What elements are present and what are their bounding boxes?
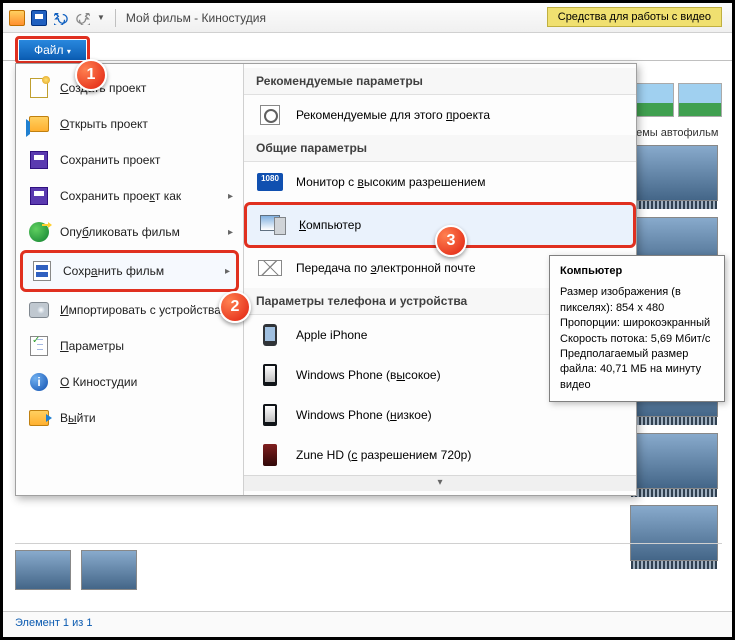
- file-menu-item-import[interactable]: Импортировать с устройства: [20, 292, 239, 328]
- tooltip-line: Скорость потока: 5,69 Мбит/с: [560, 332, 714, 347]
- tooltip-title: Компьютер: [560, 264, 714, 279]
- option-label: Передача по электронной почте: [296, 261, 476, 275]
- email-icon: [256, 256, 284, 280]
- saveas-icon: [28, 185, 50, 207]
- ribbon-tabs: Файл ▾: [3, 33, 732, 61]
- new-icon: [28, 77, 50, 99]
- themes-header: Темы автофильм: [630, 125, 726, 145]
- menu-item-label: Сохранить проект: [60, 153, 160, 167]
- save-icon: [28, 149, 50, 171]
- option-label: Рекомендуемые для этого проекта: [296, 108, 490, 122]
- file-menu-left-pane: Создать проект Открыть проект Сохранить пр…: [16, 64, 244, 495]
- qat-save-icon[interactable]: [31, 10, 47, 26]
- status-text: Элемент 1 из 1: [15, 617, 92, 629]
- file-menu-item-open[interactable]: Открыть проект: [20, 106, 239, 142]
- file-menu-item-about[interactable]: i О Киностудии: [20, 364, 239, 400]
- file-tab-button[interactable]: Файл ▾: [15, 36, 90, 64]
- separator: [115, 9, 116, 27]
- qat-undo-icon[interactable]: [53, 10, 69, 26]
- timeline-clip[interactable]: [15, 550, 71, 590]
- file-menu-item-new[interactable]: Создать проект: [20, 70, 239, 106]
- annotation-step-1: 1: [75, 59, 107, 91]
- section-header: Общие параметры: [244, 135, 636, 162]
- file-menu-item-exit[interactable]: Выйти: [20, 400, 239, 436]
- option-label: Apple iPhone: [296, 328, 367, 342]
- annotation-step-3: 3: [435, 225, 467, 257]
- option-label: Компьютер: [299, 218, 361, 232]
- file-menu-item-settings[interactable]: Параметры: [20, 328, 239, 364]
- tooltip-line: Размер изображения (в пикселях): 854 x 4…: [560, 285, 714, 316]
- file-menu-item-publish[interactable]: Опубликовать фильм ▸: [20, 214, 239, 250]
- option-label: Монитор с высоким разрешением: [296, 175, 485, 189]
- title-bar: ▼ Мой фильм - Киностудия Средства для ра…: [3, 3, 732, 33]
- menu-item-label: Сохранить фильм: [63, 264, 164, 278]
- window-title: Мой фильм - Киностудия: [126, 11, 266, 25]
- submenu-arrow-icon: ▸: [225, 266, 230, 277]
- file-menu: Создать проект Открыть проект Сохранить пр…: [15, 63, 637, 496]
- qat-dropdown-icon[interactable]: ▼: [97, 13, 105, 22]
- save-option-zune[interactable]: Zune HD (с разрешением 720p): [244, 435, 636, 475]
- exit-icon: [28, 407, 50, 429]
- picture-thumb[interactable]: [678, 83, 722, 117]
- file-menu-item-savefilm[interactable]: Сохранить фильм ▸: [20, 250, 239, 292]
- timeline-strip: [15, 543, 722, 599]
- menu-item-label: Параметры: [60, 339, 124, 353]
- save-option-hd[interactable]: 1080 Монитор с высоким разрешением: [244, 162, 636, 202]
- import-icon: [28, 299, 50, 321]
- hd-icon: 1080: [256, 170, 284, 194]
- contextual-tab-video-tools[interactable]: Средства для работы с видео: [547, 7, 722, 27]
- menu-item-label: Выйти: [60, 411, 96, 425]
- wp_low-icon: [256, 403, 284, 427]
- iphone-icon: [256, 323, 284, 347]
- status-bar: Элемент 1 из 1: [3, 611, 732, 637]
- savefilm-icon: [31, 260, 53, 282]
- option-label: Windows Phone (низкое): [296, 408, 432, 422]
- annotation-step-2: 2: [219, 291, 251, 323]
- zune-icon: [256, 443, 284, 467]
- wp_high-icon: [256, 363, 284, 387]
- timeline-clip[interactable]: [81, 550, 137, 590]
- qat-redo-icon[interactable]: [75, 10, 91, 26]
- app-icon: [9, 10, 25, 26]
- section-header: Рекомендуемые параметры: [244, 68, 636, 95]
- option-label: Zune HD (с разрешением 720p): [296, 448, 471, 462]
- menu-item-label: Импортировать с устройства: [60, 303, 221, 317]
- settings-icon: [28, 335, 50, 357]
- computer-icon: [259, 213, 287, 237]
- video-clip-thumb[interactable]: [630, 145, 718, 201]
- save-option-recommended[interactable]: Рекомендуемые для этого проекта: [244, 95, 636, 135]
- menu-item-label: О Киностудии: [60, 375, 137, 389]
- menu-item-label: Опубликовать фильм: [60, 225, 180, 239]
- menu-item-label: Открыть проект: [60, 117, 148, 131]
- recommended-icon: [256, 103, 284, 127]
- scroll-down-button[interactable]: ▾: [244, 475, 636, 491]
- tooltip-computer-preset: Компьютер Размер изображения (в пикселях…: [549, 255, 725, 402]
- file-menu-item-save[interactable]: Сохранить проект: [20, 142, 239, 178]
- about-icon: i: [28, 371, 50, 393]
- option-label: Windows Phone (высокое): [296, 368, 441, 382]
- tooltip-line: Пропорции: широкоэкранный: [560, 316, 714, 331]
- file-menu-item-saveas[interactable]: Сохранить проект как ▸: [20, 178, 239, 214]
- submenu-arrow-icon: ▸: [228, 227, 233, 238]
- open-icon: [28, 113, 50, 135]
- publish-icon: [28, 221, 50, 243]
- video-clip-thumb[interactable]: [630, 433, 718, 489]
- tooltip-line: Предполагаемый размер файла: 40,71 МБ на…: [560, 347, 714, 393]
- submenu-arrow-icon: ▸: [228, 191, 233, 202]
- menu-item-label: Сохранить проект как: [60, 189, 181, 203]
